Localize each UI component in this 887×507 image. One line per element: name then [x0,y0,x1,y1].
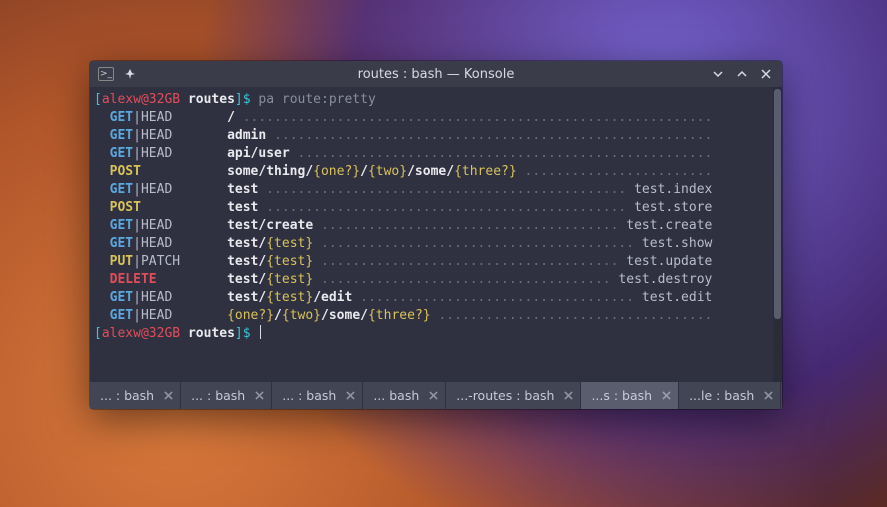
scrollbar[interactable] [773,87,782,382]
close-icon[interactable] [756,64,776,84]
tab-close-icon[interactable] [658,388,674,404]
tab-close-icon[interactable] [425,388,441,404]
tab-label: ... bash [373,388,419,403]
minimize-icon[interactable] [708,64,728,84]
tab-4[interactable]: ...-routes : bash [446,382,581,409]
tab-label: ... : bash [100,388,154,403]
tab-close-icon[interactable] [560,388,576,404]
tab-close-icon[interactable] [160,388,176,404]
tab-label: ...le : bash [689,388,754,403]
pin-icon[interactable] [120,64,140,84]
tab-label: ... : bash [191,388,245,403]
tab-2[interactable]: ... : bash [272,382,363,409]
tab-close-icon[interactable] [342,388,358,404]
tab-6[interactable]: ...le : bash [679,382,781,409]
konsole-window: >_ routes : bash — Konsole [alexw@32GB r… [90,61,782,409]
window-title: routes : bash — Konsole [90,67,782,82]
tab-close-icon[interactable] [760,388,776,404]
tab-bar: ... : bash ... : bash ... : bash ... bash..… [90,382,782,409]
prompt-icon[interactable]: >_ [96,64,116,84]
scrollbar-thumb[interactable] [774,89,781,319]
tab-label: ... : bash [282,388,336,403]
titlebar: >_ routes : bash — Konsole [90,61,782,87]
tab-1[interactable]: ... : bash [181,382,272,409]
tab-label: ...-routes : bash [456,388,554,403]
tab-3[interactable]: ... bash [363,382,446,409]
terminal-output[interactable]: [alexw@32GB routes]$ pa route:pretty GET… [90,87,773,382]
tab-5[interactable]: ...s : bash [581,382,679,409]
tab-label: ...s : bash [591,388,652,403]
tab-close-icon[interactable] [251,388,267,404]
maximize-icon[interactable] [732,64,752,84]
tab-0[interactable]: ... : bash [90,382,181,409]
